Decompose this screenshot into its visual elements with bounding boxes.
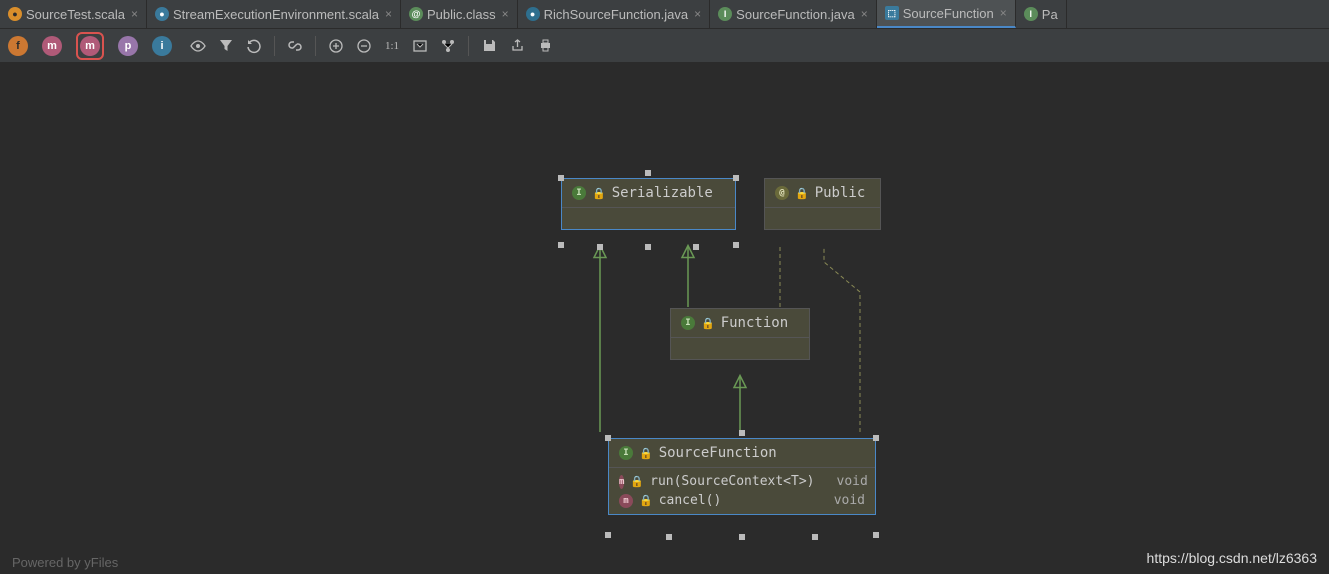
resize-handle[interactable] (558, 175, 564, 181)
editor-tab[interactable]: ● StreamExecutionEnvironment.scala × (147, 0, 401, 28)
toolbar-separator (468, 36, 469, 56)
zoom-in-icon[interactable] (324, 34, 348, 58)
close-icon[interactable]: × (131, 7, 138, 21)
highlighted-toolbar-item: m (76, 32, 104, 60)
watermark-url: https://blog.csdn.net/lz6363 (1147, 550, 1317, 566)
lock-icon: 🔒 (592, 187, 606, 200)
method-row: m 🔒 cancel() void (619, 491, 865, 510)
lock-icon: 🔒 (795, 187, 809, 200)
close-icon[interactable]: × (502, 7, 509, 21)
method-return: void (818, 493, 865, 508)
method-signature: run(SourceContext<T>) (650, 474, 814, 489)
file-type-icon: I (1024, 7, 1038, 21)
diagram-canvas[interactable]: I 🔒 Serializable @ 🔒 Public I 🔒 Function… (0, 62, 1329, 574)
resize-handle[interactable] (733, 242, 739, 248)
method-row: m 🔒 run(SourceContext<T>) void (619, 472, 865, 491)
resize-handle[interactable] (739, 430, 745, 436)
node-body (562, 207, 735, 229)
resize-handle[interactable] (733, 175, 739, 181)
actual-size-icon[interactable]: 1:1 (380, 34, 404, 58)
file-type-icon: ● (155, 7, 169, 21)
method-return: void (821, 474, 868, 489)
visibility-icon[interactable] (186, 34, 210, 58)
fields-button[interactable]: f (8, 36, 28, 56)
inner-classes-button[interactable]: i (152, 36, 172, 56)
class-node-public[interactable]: @ 🔒 Public (764, 178, 881, 230)
toolbar-separator (274, 36, 275, 56)
file-type-icon: ● (526, 7, 540, 21)
tab-label: SourceFunction.java (736, 7, 855, 22)
save-icon[interactable] (477, 34, 501, 58)
editor-tab[interactable]: @ Public.class × (401, 0, 518, 28)
method-icon: m (619, 475, 624, 489)
zoom-out-icon[interactable] (352, 34, 376, 58)
class-node-serializable[interactable]: I 🔒 Serializable (561, 178, 736, 230)
node-body (671, 337, 809, 359)
tab-label: SourceTest.scala (26, 7, 125, 22)
close-icon[interactable]: × (1000, 6, 1007, 20)
fit-content-icon[interactable] (408, 34, 432, 58)
diagram-toolbar: fmmpi 1:1 (0, 28, 1329, 62)
tab-label: StreamExecutionEnvironment.scala (173, 7, 379, 22)
tab-label: RichSourceFunction.java (544, 7, 689, 22)
node-body (765, 207, 880, 229)
resize-handle[interactable] (605, 532, 611, 538)
resize-handle[interactable] (666, 534, 672, 540)
node-body: m 🔒 run(SourceContext<T>) void m 🔒 cance… (609, 467, 875, 514)
resize-handle[interactable] (739, 534, 745, 540)
properties-button[interactable]: p (118, 36, 138, 56)
editor-tab[interactable]: ● SourceTest.scala × (0, 0, 147, 28)
resize-handle[interactable] (605, 435, 611, 441)
file-type-icon: ⬚ (885, 6, 899, 20)
file-type-icon: I (718, 7, 732, 21)
link-icon[interactable] (283, 34, 307, 58)
method-signature: cancel() (659, 493, 722, 508)
node-title: Public (815, 185, 866, 201)
resize-handle[interactable] (645, 170, 651, 176)
resize-handle[interactable] (812, 534, 818, 540)
editor-tab[interactable]: I Pa (1016, 0, 1067, 28)
resize-handle[interactable] (645, 244, 651, 250)
resize-handle[interactable] (873, 532, 879, 538)
editor-tabbar: ● SourceTest.scala × ● StreamExecutionEnviro… (0, 0, 1329, 28)
editor-tab[interactable]: ⬚ SourceFunction × (877, 0, 1016, 28)
powered-by-label: Powered by yFiles (12, 555, 118, 570)
file-type-icon: @ (409, 7, 423, 21)
tab-label: Public.class (427, 7, 496, 22)
layout-icon[interactable] (436, 34, 460, 58)
class-node-function[interactable]: I 🔒 Function (670, 308, 810, 360)
lock-icon: 🔒 (639, 447, 653, 460)
class-node-sourcefunction[interactable]: I 🔒 SourceFunction m 🔒 run(SourceContext… (608, 438, 876, 515)
close-icon[interactable]: × (694, 7, 701, 21)
lock-icon: 🔒 (639, 494, 653, 507)
close-icon[interactable]: × (385, 7, 392, 21)
node-title: SourceFunction (659, 445, 777, 461)
interface-icon: I (572, 186, 586, 200)
resize-handle[interactable] (873, 435, 879, 441)
print-icon[interactable] (533, 34, 557, 58)
tab-label: SourceFunction (903, 6, 994, 21)
method-icon: m (619, 494, 633, 508)
interface-icon: I (619, 446, 633, 460)
close-icon[interactable]: × (861, 7, 868, 21)
filter-icon[interactable] (214, 34, 238, 58)
resize-handle[interactable] (597, 244, 603, 250)
resize-handle[interactable] (558, 242, 564, 248)
methods-button[interactable]: m (80, 36, 100, 56)
editor-tab[interactable]: ● RichSourceFunction.java × (518, 0, 711, 28)
file-type-icon: ● (8, 7, 22, 21)
annotation-icon: @ (775, 186, 789, 200)
interface-icon: I (681, 316, 695, 330)
refresh-icon[interactable] (242, 34, 266, 58)
lock-icon: 🔒 (630, 475, 644, 488)
tab-label: Pa (1042, 7, 1058, 22)
lock-icon: 🔒 (701, 317, 715, 330)
node-title: Function (721, 315, 788, 331)
constructors-button[interactable]: m (42, 36, 62, 56)
editor-tab[interactable]: I SourceFunction.java × (710, 0, 877, 28)
resize-handle[interactable] (693, 244, 699, 250)
toolbar-separator (315, 36, 316, 56)
export-icon[interactable] (505, 34, 529, 58)
node-title: Serializable (612, 185, 713, 201)
